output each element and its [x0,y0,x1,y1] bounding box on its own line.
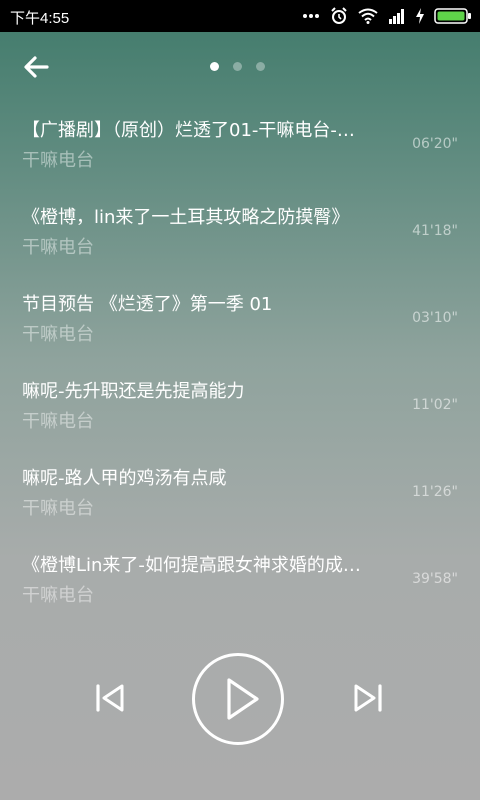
track-title: 《橙博Lin来了-如何提高跟女神求婚的成… [22,555,361,576]
status-time: 下午4:55 [10,10,70,27]
track-duration: 11'26" [412,484,458,500]
page-indicator [210,62,265,71]
track-duration: 11'02" [412,397,458,413]
more-dots-icon [302,13,320,19]
play-icon [227,678,259,720]
skip-previous-icon[interactable] [92,680,128,716]
track-item[interactable]: 嘛呢-先升职还是先提高能力 干嘛电台 11'02" [0,361,480,448]
alarm-icon [330,7,348,25]
track-item[interactable]: 节目预告 《烂透了》第一季 01 干嘛电台 03'10" [0,274,480,361]
status-icons [302,0,472,32]
track-artist: 干嘛电台 [22,237,94,258]
page-dot [233,62,242,71]
header [0,32,480,100]
track-title: 节目预告 《烂透了》第一季 01 [22,294,273,315]
charging-icon [416,8,424,24]
track-duration: 03'10" [412,310,458,326]
signal-icon [388,8,406,24]
play-button[interactable] [192,653,284,745]
battery-icon [434,8,472,24]
page-dot-active [210,62,219,71]
track-artist: 干嘛电台 [22,324,94,345]
status-bar: 下午4:55 [0,0,480,32]
skip-next-icon[interactable] [350,680,386,716]
track-duration: 06'20" [412,136,458,152]
track-title: 【广播剧】（原创）烂透了01-干嘛电台-… [22,120,355,141]
track-item[interactable]: 【广播剧】（原创）烂透了01-干嘛电台-… 干嘛电台 06'20" [0,100,480,187]
track-duration: 39'58" [412,571,458,587]
track-artist: 干嘛电台 [22,498,94,519]
track-title: 《橙博，lin来了一土耳其攻略之防摸臀》 [22,207,350,228]
track-item[interactable]: 《橙博Lin来了-如何提高跟女神求婚的成… 干嘛电台 39'58" [0,535,480,622]
playback-controls [0,650,480,746]
track-artist: 干嘛电台 [22,150,94,171]
track-artist: 干嘛电台 [22,585,94,606]
page-dot [256,62,265,71]
track-list: 【广播剧】（原创）烂透了01-干嘛电台-… 干嘛电台 06'20" 《橙博，li… [0,100,480,622]
track-item[interactable]: 《橙博，lin来了一土耳其攻略之防摸臀》 干嘛电台 41'18" [0,187,480,274]
track-item[interactable]: 嘛呢-路人甲的鸡汤有点咸 干嘛电台 11'26" [0,448,480,535]
track-duration: 41'18" [412,223,458,239]
track-title: 嘛呢-先升职还是先提高能力 [22,381,245,402]
track-title: 嘛呢-路人甲的鸡汤有点咸 [22,468,227,489]
back-arrow-icon[interactable] [22,54,52,80]
track-artist: 干嘛电台 [22,411,94,432]
wifi-icon [358,8,378,24]
